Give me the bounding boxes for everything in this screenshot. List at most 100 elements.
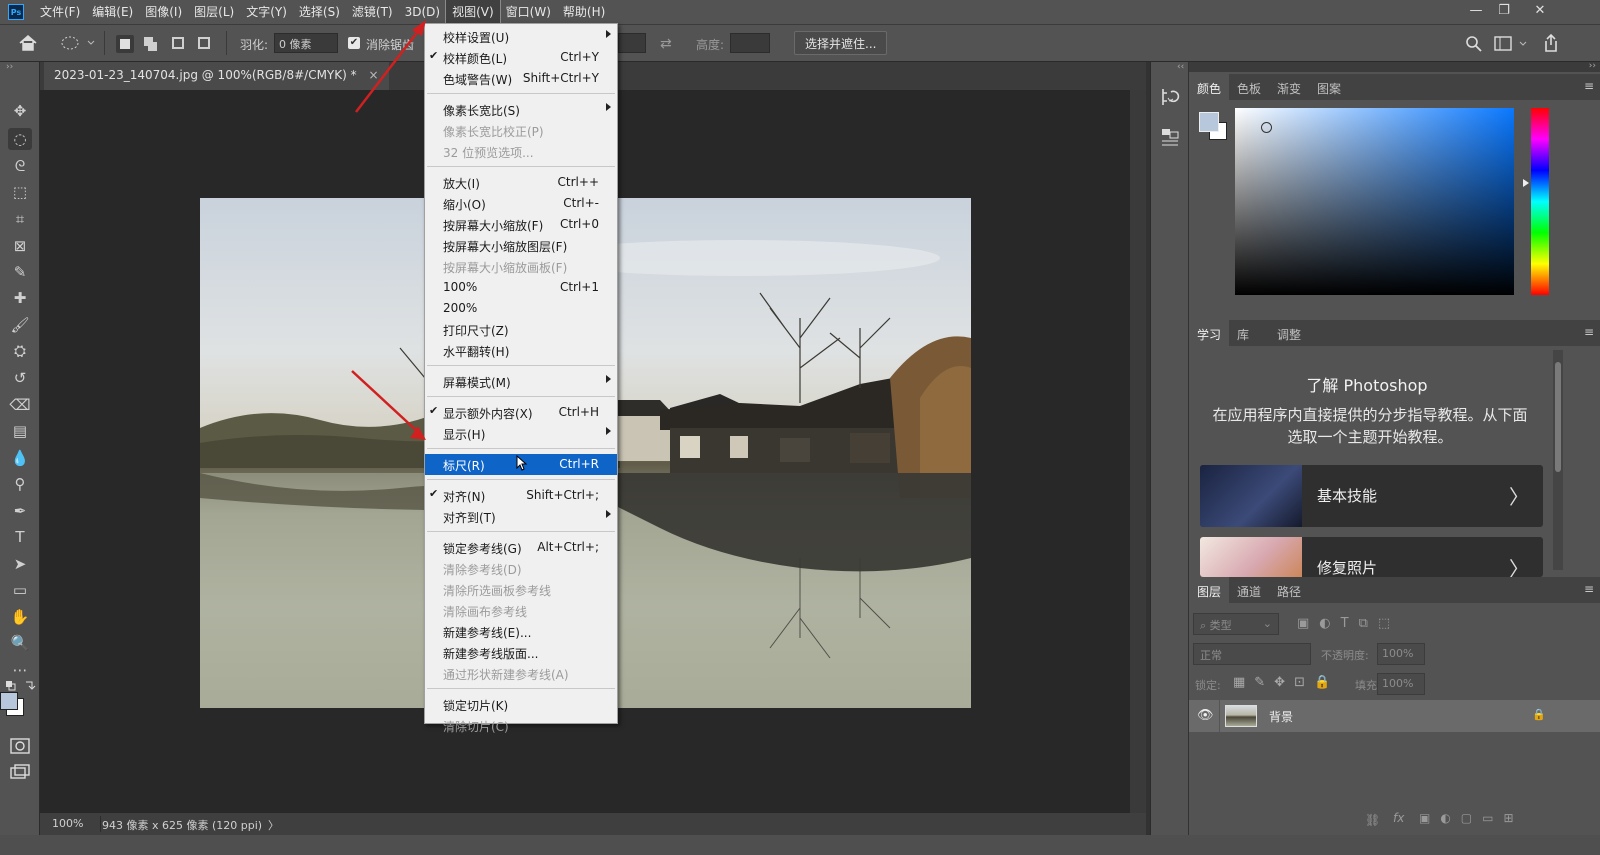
tutorial-card-basic-skills[interactable]: 基本技能 〉 [1200, 465, 1543, 527]
tab-libraries[interactable]: 库 [1229, 320, 1257, 346]
stamp-icon[interactable]: ⛭ [8, 340, 32, 362]
menu-0[interactable]: 文件(F) [34, 0, 86, 24]
elliptical-marquee-icon[interactable]: ◌ [8, 128, 32, 150]
collapse-panels-icon[interactable]: ‹‹ [1177, 62, 1184, 72]
home-icon[interactable] [18, 34, 38, 55]
feather-input[interactable]: 0 像素 [274, 33, 338, 53]
menu-2[interactable]: 图像(I) [139, 0, 188, 24]
view-menu-item[interactable]: 100% Ctrl+1 [425, 277, 617, 298]
view-menu-item[interactable]: 水平翻转(H) [425, 340, 617, 361]
learn-panel-menu-icon[interactable]: ≡ [1584, 325, 1594, 339]
menu-4[interactable]: 文字(Y) [240, 0, 293, 24]
select-and-mask-button[interactable]: 选择并遮住... [794, 31, 888, 55]
share-icon[interactable] [1542, 33, 1560, 56]
subtract-selection-button[interactable] [170, 35, 188, 53]
zoom-icon[interactable]: 🔍 [8, 632, 32, 654]
menu-8[interactable]: 视图(V) [445, 0, 501, 25]
tab-channels[interactable]: 通道 [1229, 577, 1269, 603]
lasso-icon[interactable]: ᘓ [8, 155, 32, 177]
antialias-checkbox[interactable]: ✔ [348, 37, 360, 49]
view-menu-item[interactable]: 显示(H) [425, 423, 617, 444]
view-menu-item[interactable]: 锁定切片(K) [425, 694, 617, 715]
layer-row[interactable]: 👁 背景 🔒 [1189, 700, 1600, 732]
color-panel-menu-icon[interactable]: ≡ [1584, 79, 1594, 93]
hue-slider[interactable] [1531, 108, 1549, 295]
tab-adjustments[interactable]: 调整 [1269, 320, 1309, 346]
color-picker-cursor[interactable] [1261, 122, 1272, 133]
search-icon[interactable] [1465, 35, 1483, 56]
menu-6[interactable]: 滤镜(T) [346, 0, 399, 24]
tab-learn[interactable]: 学习 [1189, 320, 1230, 346]
tab-gradients[interactable]: 渐变 [1269, 74, 1309, 100]
fx-icon[interactable]: fx [1393, 811, 1404, 825]
menu-10[interactable]: 帮助(H) [557, 0, 611, 24]
panel-foreground-swatch[interactable] [1199, 112, 1219, 132]
gradient-icon[interactable]: ▤ [8, 420, 32, 442]
view-menu-item[interactable]: 缩小(O) Ctrl+- [425, 193, 617, 214]
menu-1[interactable]: 编辑(E) [86, 0, 139, 24]
layer-name[interactable]: 背景 [1269, 708, 1293, 725]
view-menu-item[interactable]: 新建参考线版面... [425, 642, 617, 663]
foreground-color-swatch[interactable] [0, 692, 18, 710]
new-selection-button[interactable] [116, 35, 134, 53]
document-tab[interactable]: 2023-01-23_140704.jpg @ 100%(RGB/8#/CMYK… [44, 62, 389, 90]
menu-5[interactable]: 选择(S) [293, 0, 346, 24]
close-button[interactable]: ✕ [1524, 0, 1556, 24]
tab-color[interactable]: 颜色 [1189, 74, 1230, 100]
healing-brush-icon[interactable]: ✚ [8, 287, 32, 309]
eye-icon[interactable]: 👁 [1197, 708, 1214, 723]
lock-icons[interactable]: ▦✎✥⊡🔒 [1233, 675, 1339, 690]
blur-icon[interactable]: 💧 [8, 447, 32, 469]
workspace-icon[interactable] [1494, 36, 1530, 55]
history-brush-icon[interactable]: ↺ [8, 367, 32, 389]
crop-icon[interactable]: ⌗ [8, 208, 32, 230]
blend-mode-select[interactable]: 正常 [1193, 643, 1311, 665]
menu-3[interactable]: 图层(L) [188, 0, 240, 24]
layer-filter-icons[interactable]: ▣◐T⧉⬚ [1297, 616, 1400, 631]
view-menu-item[interactable]: 打印尺寸(Z) [425, 319, 617, 340]
history-panel-icon[interactable] [1159, 86, 1181, 111]
tab-swatches[interactable]: 色板 [1229, 74, 1269, 100]
canvas-vertical-scrollbar[interactable] [1130, 90, 1146, 813]
menu-9[interactable]: 窗口(W) [500, 0, 557, 24]
view-menu-item[interactable]: 色域警告(W) Shift+Ctrl+Y [425, 68, 617, 89]
intersect-selection-button[interactable] [196, 35, 214, 53]
layer-filter-select[interactable]: ⌕ 类型 ⌄ [1193, 613, 1279, 635]
hue-slider-handle[interactable] [1523, 179, 1529, 187]
height-input[interactable] [730, 33, 770, 53]
restore-button[interactable]: ❐ [1488, 0, 1520, 24]
collapse-dock-icon[interactable]: ›› [1589, 61, 1596, 71]
hand-icon[interactable]: ✋ [8, 606, 32, 628]
view-menu-item[interactable]: ✔ 对齐(N) Shift+Ctrl+; [425, 485, 617, 506]
tab-layers[interactable]: 图层 [1189, 577, 1230, 603]
swap-icon[interactable]: ⇄ [660, 36, 672, 52]
layer-footer-icons[interactable]: ▣◐▢▭⊞ [1419, 811, 1524, 825]
path-select-icon[interactable]: ➤ [8, 553, 32, 575]
view-menu-item[interactable]: 按屏幕大小缩放图层(F) [425, 235, 617, 256]
screen-mode-icon[interactable] [10, 764, 30, 783]
menu-7[interactable]: 3D(D) [399, 0, 446, 24]
eyedropper-icon[interactable]: ✎ [8, 261, 32, 283]
view-menu-item[interactable]: 校样设置(U) [425, 26, 617, 47]
view-menu-item[interactable]: 200% [425, 298, 617, 319]
view-menu-item[interactable]: 新建参考线(E)... [425, 621, 617, 642]
width-input[interactable] [618, 33, 646, 53]
dodge-icon[interactable]: ⚲ [8, 473, 32, 495]
brush-icon[interactable]: 🖌 [8, 314, 32, 336]
tab-patterns[interactable]: 图案 [1309, 74, 1349, 100]
opacity-input[interactable]: 100% [1377, 643, 1425, 665]
view-menu-item[interactable]: ✔ 显示额外内容(X) Ctrl+H [425, 402, 617, 423]
frame-icon[interactable]: ⊠ [8, 235, 32, 257]
quick-mask-icon[interactable] [10, 738, 30, 757]
properties-panel-icon[interactable] [1159, 126, 1181, 151]
layers-panel-menu-icon[interactable]: ≡ [1584, 582, 1594, 596]
rectangle-icon[interactable]: ▭ [8, 579, 32, 601]
pen-icon[interactable]: ✒ [8, 500, 32, 522]
marquee-preset-icon[interactable] [60, 34, 96, 55]
view-menu-item[interactable]: 屏幕模式(M) [425, 371, 617, 392]
fill-input[interactable]: 100% [1377, 673, 1425, 695]
type-icon[interactable]: T [8, 526, 32, 548]
status-menu-arrow[interactable]: 〉 [268, 817, 279, 833]
zoom-level[interactable]: 100% [52, 817, 83, 830]
view-menu-item[interactable]: 按屏幕大小缩放(F) Ctrl+0 [425, 214, 617, 235]
